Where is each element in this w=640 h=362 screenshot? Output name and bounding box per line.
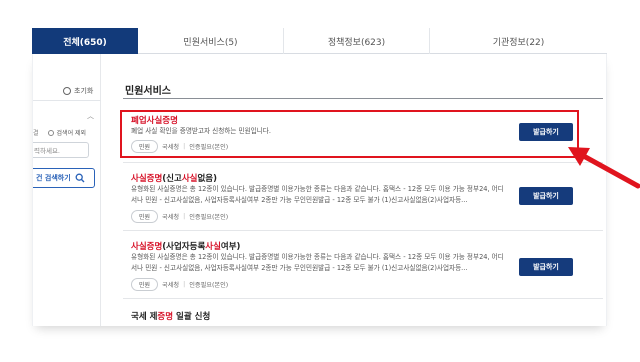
results-list: 민원서비스 폐업사실증명 폐업 사실 확인을 증명받고자 신청하는 민원입니다.…	[123, 54, 606, 326]
item-title-highlight: 사실	[181, 174, 198, 184]
org-label: 국세청	[162, 282, 180, 289]
section-divider	[123, 98, 603, 99]
item-title-text: (신고	[162, 174, 182, 184]
item-title-highlight: 폐업사실증명	[131, 116, 178, 126]
refresh-icon	[63, 87, 71, 95]
item-title-text: (사업자등록	[162, 242, 206, 252]
list-item: 사실증명(신고사실없음) 유형화된 사실증명은 총 12종이 있습니다. 발급증…	[123, 164, 603, 228]
auth-label: 인증필요(본인)	[189, 214, 229, 221]
list-item: 국세 제증명 일괄 신청	[123, 300, 603, 326]
item-title[interactable]: 국세 제증명 일괄 신청	[131, 310, 210, 322]
filter-divider	[33, 100, 101, 101]
keyword-input[interactable]: 력하세요.	[33, 142, 89, 158]
section-title: 민원서비스	[125, 86, 171, 97]
issue-button[interactable]: 발급하기	[519, 258, 573, 276]
tab-agency-info[interactable]: 기관정보(22)	[430, 28, 607, 54]
item-divider	[123, 298, 603, 299]
item-tags: 민원 국세청 | 인증필요(본인)	[131, 210, 228, 223]
tab-all[interactable]: 전체(650)	[32, 28, 138, 54]
type-chip: 민원	[131, 210, 159, 223]
item-title-text: 국세 제	[131, 312, 158, 322]
keyword-placeholder: 력하세요.	[34, 147, 60, 155]
exclude-keyword-radio[interactable]	[47, 129, 54, 136]
issue-button[interactable]: 발급하기	[519, 123, 573, 141]
tag-separator: |	[183, 281, 186, 288]
org-label: 국세청	[162, 144, 180, 151]
item-description: 폐업 사실 확인을 증명받고자 신청하는 민원입니다.	[131, 127, 271, 135]
item-tags: 민원 국세청 | 인증필요(본인)	[131, 140, 228, 153]
item-title-highlight: 사실증명	[131, 242, 163, 252]
item-title-text: 없음)	[197, 174, 217, 184]
condition-search-label: 건 검색하기	[36, 174, 71, 182]
item-title-highlight: 증명	[157, 312, 174, 322]
tab-civil-service[interactable]: 민원서비스(5)	[138, 28, 284, 54]
list-item: 사실증명(사업자등록사실여부) 유형화된 사실증명은 총 12종이 있습니다. …	[123, 232, 603, 296]
annotation-arrow-icon	[568, 147, 640, 189]
category-tabs: 전체(650) 민원서비스(5) 정책정보(623) 기관정보(22)	[32, 28, 607, 54]
item-divider	[123, 162, 603, 163]
reset-label: 초기화	[74, 87, 94, 95]
keyword-option-row: 결 검색어 제외	[33, 128, 86, 137]
auth-label: 인증필요(본인)	[189, 282, 229, 289]
item-title-text: 여부)	[220, 242, 241, 252]
reset-button[interactable]: 초기화	[63, 86, 93, 96]
org-label: 국세청	[162, 214, 180, 221]
tag-separator: |	[183, 213, 186, 220]
item-description: 유형화된 사실증명은 총 12종이 있습니다. 발급증명별 이용가능한 종류는 …	[131, 253, 504, 272]
screenshot-canvas: 전체(650) 민원서비스(5) 정책정보(623) 기관정보(22) 초기화 …	[0, 0, 640, 362]
type-chip: 민원	[131, 140, 159, 153]
item-description: 유형화된 사실증명은 총 12종이 있습니다. 발급증명별 이용가능한 종류는 …	[131, 185, 504, 204]
item-title[interactable]: 사실증명(신고사실없음)	[131, 172, 217, 184]
item-title[interactable]: 폐업사실증명	[131, 114, 178, 126]
radio-label-partial: 결	[33, 130, 39, 137]
item-divider	[123, 230, 603, 231]
item-title-highlight: 사실증명	[131, 174, 163, 184]
chevron-up-icon[interactable]: ︿	[87, 111, 94, 121]
results-frame: 초기화 ︿ 결 검색어 제외 력하세요. 건 검색하기 민원서비스 폐업사실증명…	[32, 54, 607, 326]
search-icon	[75, 173, 85, 183]
item-title-highlight: 사실	[205, 242, 221, 252]
condition-search-button[interactable]: 건 검색하기	[33, 168, 95, 188]
auth-label: 인증필요(본인)	[189, 144, 229, 151]
tab-policy-info[interactable]: 정책정보(623)	[284, 28, 430, 54]
exclude-keyword-label: 검색어 제외	[56, 130, 87, 137]
item-tags: 민원 국세청 | 인증필요(본인)	[131, 278, 228, 291]
filter-panel: 초기화 ︿ 결 검색어 제외 력하세요. 건 검색하기	[33, 54, 101, 326]
item-title-text: 일괄 신청	[173, 312, 211, 322]
type-chip: 민원	[131, 278, 159, 291]
list-item: 폐업사실증명 폐업 사실 확인을 증명받고자 신청하는 민원입니다. 민원 국세…	[123, 106, 603, 156]
item-title[interactable]: 사실증명(사업자등록사실여부)	[131, 240, 240, 252]
tag-separator: |	[183, 143, 186, 150]
